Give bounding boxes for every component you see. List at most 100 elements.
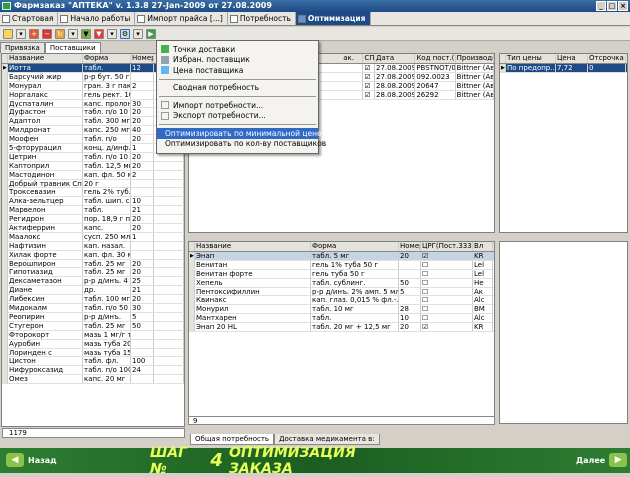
left-row[interactable]: Лоринден смазь туба 15 г <box>2 348 184 358</box>
left-row[interactable]: Омез капс. 20 мг <box>2 375 184 385</box>
dropdown-icon[interactable]: ▾ <box>107 28 117 39</box>
left-row[interactable]: Марвелон табл. 21 <box>2 206 184 216</box>
main-tabs: Стартовая Начало работы Импорт прайса [.… <box>0 12 630 26</box>
left-row[interactable]: Троксевазин гель 2% туб. <box>2 188 184 198</box>
left-row[interactable]: Стугерон табл. 25 мг 50 <box>2 321 184 331</box>
col-code[interactable]: Код пост.(вн.) <box>415 54 456 63</box>
bottom-row[interactable]: Монурил табл. 10 мг 28 ☐ BM <box>189 305 494 315</box>
app-icon <box>2 2 11 10</box>
left-row[interactable]: Диане др. 21 <box>2 286 184 296</box>
left-row[interactable]: Мидокалмтабл. п/о 50 мг30 <box>2 304 184 313</box>
cell <box>154 295 184 304</box>
left-row[interactable]: Реопирин р-р д/инъ. 5 <box>2 312 184 322</box>
col-b-crg[interactable]: ЦРГ(Пост.333) <box>421 242 473 251</box>
close-tab-icon[interactable] <box>297 14 306 23</box>
bottom-row[interactable]: Венитан гель 1% туба 50 г ☐ Lel <box>189 260 494 270</box>
bottom-row[interactable]: Квинакс кап. глаз. 0,015 % фл.-... ☐ Alc <box>189 296 494 306</box>
menu-optimize-min-price[interactable]: Оптимизировать по минимальной цене <box>157 128 322 139</box>
left-row[interactable]: Маалокс сусп. 250 мл 1 <box>2 232 184 242</box>
tab-optimization[interactable]: Оптимизация <box>295 12 371 25</box>
play-icon[interactable]: ▶ <box>146 28 156 39</box>
next-button[interactable]: Далее ▶ <box>576 452 628 468</box>
menu-optimize-supplier-count[interactable]: Оптимизировать по кол-ву поставщиков <box>157 139 326 150</box>
bottom-row[interactable]: ▶ Энап табл. 5 мг 20 ☑ KR <box>189 252 494 261</box>
bottom-row[interactable]: Пентоксифиллин р-р д/инъ. 2% амп. 5 мл 5 ☐ А… <box>189 287 494 297</box>
back-button[interactable]: ◀ Назад <box>6 452 57 468</box>
menu-export-need[interactable]: Экспорт потребности... <box>157 111 318 122</box>
col-b-number[interactable]: Номер <box>399 242 421 251</box>
tab-start[interactable]: Стартовая <box>0 12 59 25</box>
cell: ☐ <box>421 269 473 278</box>
cell: капс. 20 мг <box>83 375 131 384</box>
col-delay[interactable]: Отсрочка <box>588 54 626 63</box>
subtab-binding[interactable]: Привязка <box>0 42 45 53</box>
cell <box>131 339 154 348</box>
dropdown-icon[interactable]: ▾ <box>16 28 26 39</box>
left-row[interactable]: Хилак фортекап. фл. 30 мл <box>2 250 184 260</box>
left-row[interactable]: Дексаметазонр-р д/инъ. 4 м...25 <box>2 277 184 287</box>
left-row[interactable]: Нифуроксазидтабл. п/о 100 мг24 <box>2 366 184 376</box>
col-form[interactable]: Форма <box>83 54 131 63</box>
bottom-row[interactable]: Хепель табл. сублинг. 50 ☐ He <box>189 278 494 288</box>
tab-total-need[interactable]: Общая потребность <box>190 434 275 445</box>
col-ak[interactable]: ак. <box>342 54 364 63</box>
menu-delivery-points[interactable]: Точки доставки <box>157 44 318 55</box>
maximize-button[interactable]: □ <box>607 1 617 11</box>
menu-chosen-supplier[interactable]: Избран. поставщик <box>157 55 318 66</box>
left-row[interactable]: Нафтизин кап. назал. <box>2 241 184 251</box>
settings-icon[interactable]: ⚙ <box>120 28 130 39</box>
col-price-type[interactable]: Тип цены <box>506 54 556 63</box>
dropdown-icon[interactable]: ▾ <box>133 28 143 39</box>
refresh-icon[interactable]: ↻ <box>55 28 65 39</box>
col-name[interactable]: Название <box>8 54 83 63</box>
col-number[interactable]: Номер <box>131 54 154 63</box>
bottom-count: 9 <box>193 417 198 425</box>
col-date[interactable]: Дата <box>375 54 416 63</box>
left-row[interactable]: Мастодинонкап. фл. 50 мл2 <box>2 170 184 180</box>
left-row[interactable]: Алка-зельтцер табл. шип. с... 10 <box>2 197 184 207</box>
menu-import-need[interactable]: Импорт потребности... <box>157 100 318 111</box>
tab-need[interactable]: Потребность <box>228 12 296 25</box>
delete-icon[interactable]: − <box>42 28 52 39</box>
left-row[interactable]: Добрый травник Сп... 20 г <box>2 179 184 189</box>
col-b-name[interactable]: Название <box>195 242 311 251</box>
cell: 12 <box>131 64 154 72</box>
left-row[interactable]: Ауробинмазь туба 20 г <box>2 339 184 349</box>
cell: кап. фл. 50 мл <box>83 170 131 179</box>
subtab-suppliers[interactable]: Поставщики <box>44 42 101 53</box>
tab-import[interactable]: Импорт прайса [...] <box>135 12 228 25</box>
col-sp[interactable]: СП <box>363 54 375 63</box>
col-maker[interactable]: Производите <box>456 54 494 63</box>
dropdown-icon[interactable]: ▾ <box>68 28 78 39</box>
tab-delivery[interactable]: Доставка медикамента в: <box>274 434 380 445</box>
minimize-button[interactable]: _ <box>596 1 606 11</box>
menu-summary-need[interactable]: Сводная потребность <box>157 83 318 94</box>
left-row[interactable]: Фторокортмазь 1 мг/г т... <box>2 330 184 340</box>
folder-icon[interactable] <box>3 28 13 39</box>
col-b-vl[interactable]: Вл <box>473 242 493 251</box>
left-row[interactable]: Регидронпор. 18,9 г п...20 <box>2 215 184 225</box>
bottom-tabs: Общая потребность Доставка медикамента в… <box>190 434 380 445</box>
left-row[interactable]: Цетринтабл. п/о 10 мг20 <box>2 152 184 162</box>
price-row[interactable]: ▶ По предопр... 7,72 0 <box>500 64 627 73</box>
left-row[interactable]: Верошпирон табл. 25 мг 20 <box>2 259 184 269</box>
add-icon[interactable]: + <box>29 28 39 39</box>
bottom-row[interactable]: Венитан форте гель туба 50 г ☐ Lel <box>189 269 494 279</box>
cell: He <box>473 278 493 287</box>
cell: 10 <box>399 314 421 323</box>
cell: 20 г <box>83 179 131 188</box>
left-row[interactable]: Каптоприл табл. 12,5 мг 20 <box>2 161 184 171</box>
close-button[interactable]: × <box>618 1 628 11</box>
tab-begin[interactable]: Начало работы <box>58 12 136 25</box>
bottom-row[interactable]: Энап 20 HL табл. 20 мг + 12,5 мг 20 ☑ KR <box>189 323 494 333</box>
filter-icon[interactable]: ▼ <box>81 28 91 39</box>
left-row[interactable]: Либексин табл. 100 мг 20 <box>2 295 184 305</box>
left-row[interactable]: Гипотиазид табл. 25 мг 20 <box>2 268 184 278</box>
bottom-row[interactable]: Мантхарен табл. 10 ☐ Alc <box>189 314 494 324</box>
menu-supplier-price[interactable]: Цена поставщика <box>157 65 318 76</box>
left-row[interactable]: Цистон табл. фл. 100 <box>2 357 184 367</box>
filter-clear-icon[interactable]: ▼ <box>94 28 104 39</box>
col-price[interactable]: Цена <box>556 54 588 63</box>
col-b-form[interactable]: Форма <box>311 242 399 251</box>
left-row[interactable]: Актиферрин капс. 20 <box>2 224 184 233</box>
